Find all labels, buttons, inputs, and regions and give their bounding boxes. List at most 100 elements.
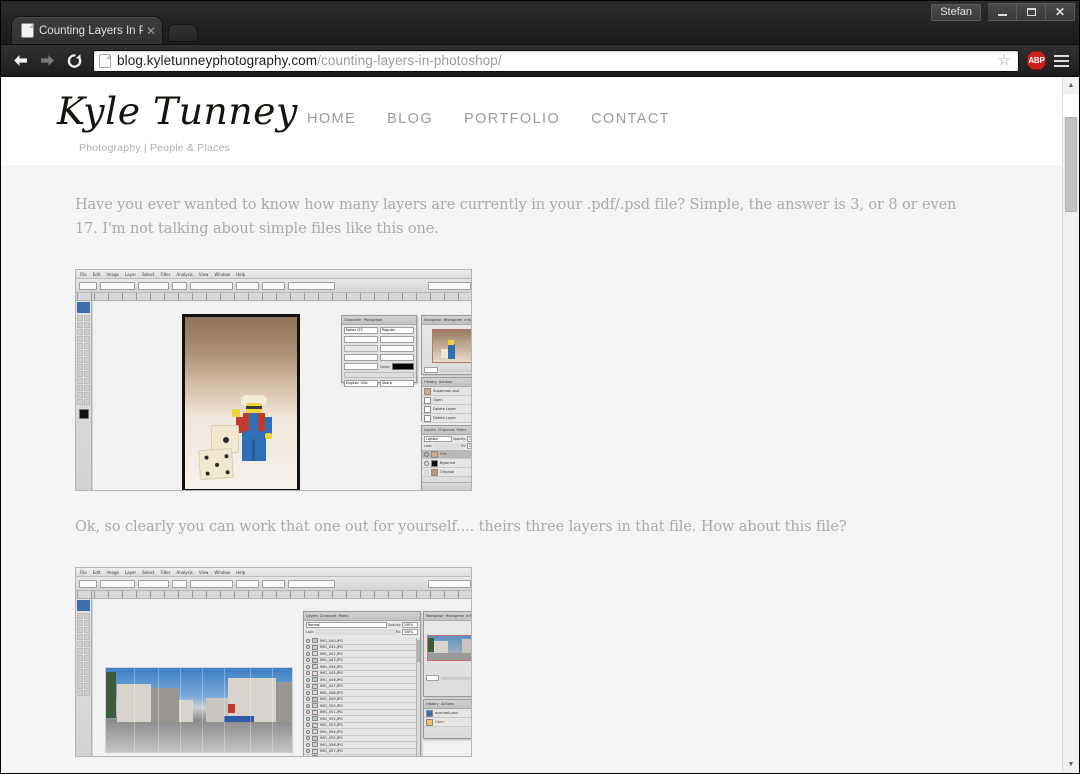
ps-blend-mode[interactable]: Normal (306, 622, 387, 628)
ps-fill-value[interactable]: 100% (467, 443, 471, 449)
ps-history-item[interactable]: oconnell.psd (424, 709, 471, 718)
ps-navigator-panel-tabs[interactable]: Navigator Histogram Info (422, 316, 471, 325)
ps-layer-row[interactable]: IMG_058.JPG (304, 755, 416, 756)
layer-visibility-icon[interactable] (306, 690, 310, 695)
nav-item-portfolio[interactable]: PORTFOLIO (464, 111, 560, 127)
ps-character-panel[interactable]: Character Paragraph Kotter LTC Regular C… (341, 315, 417, 387)
ps-history-item[interactable]: Superman.psd (422, 387, 471, 396)
minimize-button[interactable] (988, 3, 1017, 21)
ps-blend-mode[interactable]: Lighten (424, 436, 452, 442)
ps-navigator-panel[interactable]: Navigator Histogram Info (421, 315, 471, 375)
layer-visibility-icon[interactable] (306, 697, 310, 702)
layer-visibility-icon[interactable] (306, 749, 310, 754)
ps-opacity-value[interactable]: 100% (402, 622, 418, 628)
nav-item-blog[interactable]: BLOG (387, 111, 433, 127)
tab-close-icon[interactable]: ✕ (143, 24, 156, 38)
layer-visibility-icon[interactable] (424, 451, 429, 457)
ps-history-panel[interactable]: History Actions Superman.psd Open Delete… (421, 377, 471, 423)
ps-tab-history[interactable]: History (426, 700, 439, 709)
layer-visibility-icon[interactable] (306, 710, 310, 715)
ps-history-panel-tabs[interactable]: History Actions (424, 700, 471, 709)
ps-tab-actions[interactable]: Actions (441, 700, 454, 709)
layer-visibility-icon[interactable] (424, 460, 429, 466)
ps-tab-layers[interactable]: Layers (424, 426, 436, 435)
ps-tab-layers[interactable]: Layers (306, 612, 318, 621)
ps-tab-navigator[interactable]: Navigator (426, 612, 444, 621)
ps-history-item[interactable]: Open (424, 718, 471, 727)
layer-visibility-icon[interactable] (306, 645, 310, 650)
scroll-down-arrow-icon[interactable]: ▼ (1063, 756, 1079, 773)
ps-layers-panel[interactable]: Layers Channels Paths Lighten Opacity: 1… (421, 425, 471, 490)
ps-layer-list[interactable]: IMG_040.JPG IMG_041.JPG IMG_042.JPG IMG_043… (304, 638, 416, 756)
ps-history-panel[interactable]: History Actions oconnell.psd Open (423, 699, 471, 739)
ps-layers-panel[interactable]: Layers Channels Paths Normal Opacity: 10… (303, 611, 421, 756)
maximize-button[interactable] (1017, 3, 1046, 21)
nav-item-contact[interactable]: CONTACT (591, 111, 670, 127)
layer-visibility-icon[interactable] (306, 723, 310, 728)
bookmark-star-icon[interactable]: ☆ (993, 53, 1016, 68)
new-tab-button[interactable] (167, 24, 199, 42)
ps-history-item[interactable]: Delete Layer (422, 414, 471, 423)
ps-tab-paths[interactable]: Paths (457, 426, 467, 435)
ps-layer-row[interactable]: Him (422, 450, 471, 459)
layer-visibility-icon[interactable] (306, 755, 310, 756)
address-bar[interactable]: blog.kyletunneyphotography.com/counting-… (93, 49, 1019, 72)
back-button[interactable] (7, 48, 34, 74)
ps-tab-actions[interactable]: Actions (439, 378, 452, 387)
ps-tab-paths[interactable]: Paths (339, 612, 349, 621)
ps-font-family[interactable]: Kotter LTC (344, 327, 378, 334)
layer-visibility-icon[interactable] (306, 638, 310, 643)
ps-layers-scrollbar[interactable] (416, 638, 420, 756)
site-logo[interactable]: Kyle Tunney Photography | People & Place… (57, 93, 297, 154)
ps-tab-info[interactable]: Info (466, 612, 471, 621)
ps-antialias[interactable]: Sharp (380, 380, 414, 387)
ps-history-panel-tabs[interactable]: History Actions (422, 378, 471, 387)
ps-tab-paragraph[interactable]: Paragraph (364, 316, 382, 325)
ps-tab-channels[interactable]: Channels (320, 612, 337, 621)
ps-character-panel-tabs[interactable]: Character Paragraph (342, 316, 416, 325)
layer-visibility-icon[interactable] (306, 664, 310, 669)
ps-opacity-value[interactable]: 100% (467, 436, 471, 442)
layer-visibility-icon[interactable] (306, 671, 310, 676)
reload-button[interactable] (61, 48, 88, 74)
photoshop-screenshot-lego[interactable]: File Edit Image Layer Select Filter Anal… (75, 269, 472, 491)
ps-navigator-panel[interactable]: Navigator Histogram Info (423, 611, 471, 697)
ps-layers-panel-tabs[interactable]: Layers Channels Paths (304, 612, 420, 621)
layer-visibility-icon[interactable] (306, 729, 310, 734)
ps-tab-navigator[interactable]: Navigator (424, 316, 442, 325)
ps-navigator-panel-tabs[interactable]: Navigator Histogram Info (424, 612, 471, 621)
ps-tab-history[interactable]: History (424, 378, 437, 387)
browser-tab-active[interactable]: Counting Layers In Photos ✕ (11, 16, 163, 44)
ps-tab-info[interactable]: Info (464, 316, 471, 325)
scrollbar-thumb[interactable] (1065, 117, 1077, 212)
ps-color-swatch[interactable] (392, 363, 414, 370)
ps-tab-histogram[interactable]: Histogram (444, 316, 463, 325)
ps-language[interactable]: English: USA (344, 380, 378, 387)
ps-layers-panel-tabs[interactable]: Layers Channels Paths (422, 426, 471, 435)
layer-visibility-icon[interactable] (424, 469, 429, 475)
ps-tab-character[interactable]: Character (344, 316, 362, 325)
layer-visibility-icon[interactable] (306, 703, 310, 708)
layer-visibility-icon[interactable] (306, 742, 310, 747)
ps-layer-row[interactable]: Bground (422, 459, 471, 468)
ps-layer-row[interactable]: Original (422, 468, 471, 477)
scroll-up-arrow-icon[interactable]: ▲ (1063, 77, 1079, 94)
ps-history-item[interactable]: Open (422, 396, 471, 405)
ps-tab-histogram[interactable]: Histogram (446, 612, 465, 621)
forward-button[interactable] (34, 48, 61, 74)
layer-visibility-icon[interactable] (306, 658, 310, 663)
adblock-plus-icon[interactable]: ABP (1027, 51, 1046, 70)
layer-visibility-icon[interactable] (306, 684, 310, 689)
ps-fill-value[interactable]: 100% (402, 629, 418, 635)
close-button[interactable]: ✕ (1046, 3, 1075, 21)
nav-item-home[interactable]: HOME (307, 111, 356, 127)
ps-tab-channels[interactable]: Channels (438, 426, 455, 435)
layer-visibility-icon[interactable] (306, 716, 310, 721)
ps-font-style[interactable]: Regular (380, 327, 414, 334)
layer-visibility-icon[interactable] (306, 677, 310, 682)
hamburger-menu-icon[interactable] (1050, 54, 1072, 67)
photoshop-screenshot-panorama[interactable]: File Edit Image Layer Select Filter Anal… (75, 567, 472, 757)
ps-history-item[interactable]: Delete Layer (422, 405, 471, 414)
user-profile-button[interactable]: Stefan (931, 3, 981, 21)
layer-visibility-icon[interactable] (306, 736, 310, 741)
